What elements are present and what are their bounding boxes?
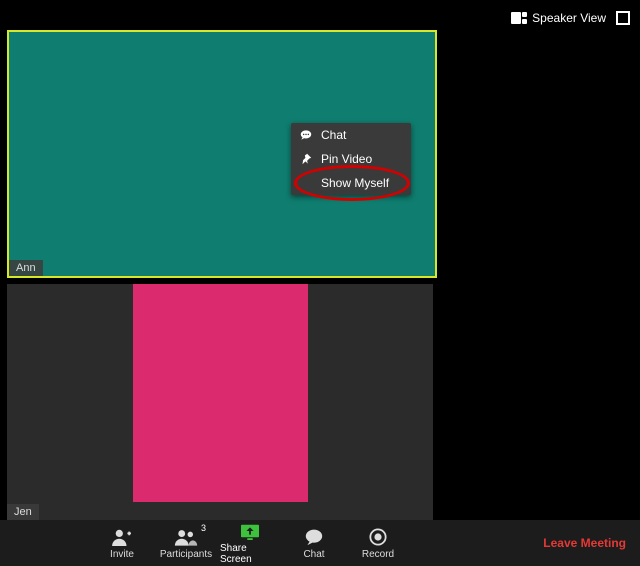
context-menu: Chat Pin Video Show Myself — [291, 123, 411, 195]
participant-name-badge: Ann — [9, 260, 43, 276]
record-label: Record — [362, 549, 394, 560]
participants-count: 3 — [201, 523, 206, 533]
record-icon — [369, 528, 387, 546]
speaker-view-icon — [511, 12, 527, 24]
participants-icon — [174, 528, 198, 546]
chat-icon — [299, 128, 313, 142]
speaker-view-label: Speaker View — [532, 11, 606, 25]
share-screen-icon — [239, 522, 261, 540]
context-show-myself-label: Show Myself — [321, 176, 389, 190]
fullscreen-icon[interactable] — [616, 11, 630, 25]
context-pin-video[interactable]: Pin Video — [291, 147, 411, 171]
share-screen-button[interactable]: Share Screen — [220, 521, 280, 565]
participant-name-badge: Jen — [7, 504, 39, 520]
pin-icon — [299, 152, 313, 166]
chat-icon — [304, 528, 324, 546]
chat-button[interactable]: Chat — [284, 521, 344, 565]
record-button[interactable]: Record — [348, 521, 408, 565]
participants-button[interactable]: 3 Participants — [156, 521, 216, 565]
meeting-toolbar: Invite 3 Participants Share Screen Chat … — [0, 520, 640, 566]
speaker-view-toggle[interactable]: Speaker View — [511, 11, 606, 25]
context-chat-label: Chat — [321, 128, 346, 142]
context-show-myself[interactable]: Show Myself — [291, 171, 411, 195]
top-bar: Speaker View — [501, 0, 640, 36]
invite-label: Invite — [110, 549, 134, 560]
context-chat[interactable]: Chat — [291, 123, 411, 147]
share-screen-label: Share Screen — [220, 543, 280, 565]
context-pin-label: Pin Video — [321, 152, 372, 166]
chat-label: Chat — [303, 549, 324, 560]
video-tile[interactable]: Jen — [7, 284, 433, 520]
video-content — [133, 284, 308, 502]
participants-label: Participants — [160, 549, 212, 560]
invite-icon — [111, 528, 133, 546]
leave-meeting-button[interactable]: Leave Meeting — [543, 536, 626, 550]
invite-button[interactable]: Invite — [92, 521, 152, 565]
